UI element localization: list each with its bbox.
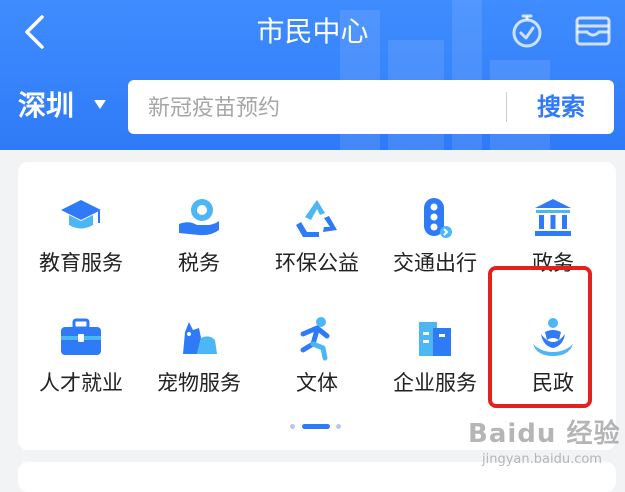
page-dot [290,424,295,429]
service-label: 税务 [178,251,220,275]
recycle-icon [296,200,337,237]
tax-hand-coin-icon [179,199,219,236]
stopwatch-button[interactable] [508,12,546,50]
service-label: 交通出行 [393,251,477,275]
city-selector[interactable]: 深圳 [18,86,74,126]
service-label: 企业服务 [393,371,477,395]
service-pet[interactable]: 宠物服务 [140,314,258,414]
watermark: Baidu 经验 [468,419,621,449]
page-dot [336,424,341,429]
service-label: 教育服务 [39,251,123,275]
service-label: 人才就业 [39,371,123,395]
government-building-icon [535,199,571,236]
service-transport[interactable]: 交通出行 [376,194,494,294]
service-culture-sports[interactable]: 文体 [258,314,376,414]
service-tax[interactable]: 税务 [140,194,258,294]
watermark-url: jingyan.baidu.com [482,452,602,467]
briefcase-icon [61,318,101,355]
caret-down-icon[interactable] [94,100,106,109]
stopwatch-icon [512,14,542,48]
top-header: 市民中心 深圳 搜索 [0,0,625,150]
wallet-icon [575,16,611,46]
running-person-icon [300,317,330,361]
search-input[interactable] [146,90,490,126]
pet-icon [183,322,217,354]
search-bar: 搜索 [128,80,614,134]
service-enterprise[interactable]: 企业服务 [376,314,494,414]
service-education[interactable]: 教育服务 [22,194,140,294]
graduation-cap-icon [61,200,101,229]
office-building-icon [419,322,451,356]
highlight-annotation [488,266,592,408]
service-label: 宠物服务 [157,371,241,395]
service-label: 文体 [296,371,338,395]
page-dot-active [302,424,330,429]
wallet-button[interactable] [574,12,612,50]
traffic-light-icon [424,198,452,238]
service-label: 环保公益 [275,251,359,275]
service-environment[interactable]: 环保公益 [258,194,376,294]
search-button[interactable]: 搜索 [516,88,606,126]
search-divider [506,92,507,122]
service-employment[interactable]: 人才就业 [22,314,140,414]
